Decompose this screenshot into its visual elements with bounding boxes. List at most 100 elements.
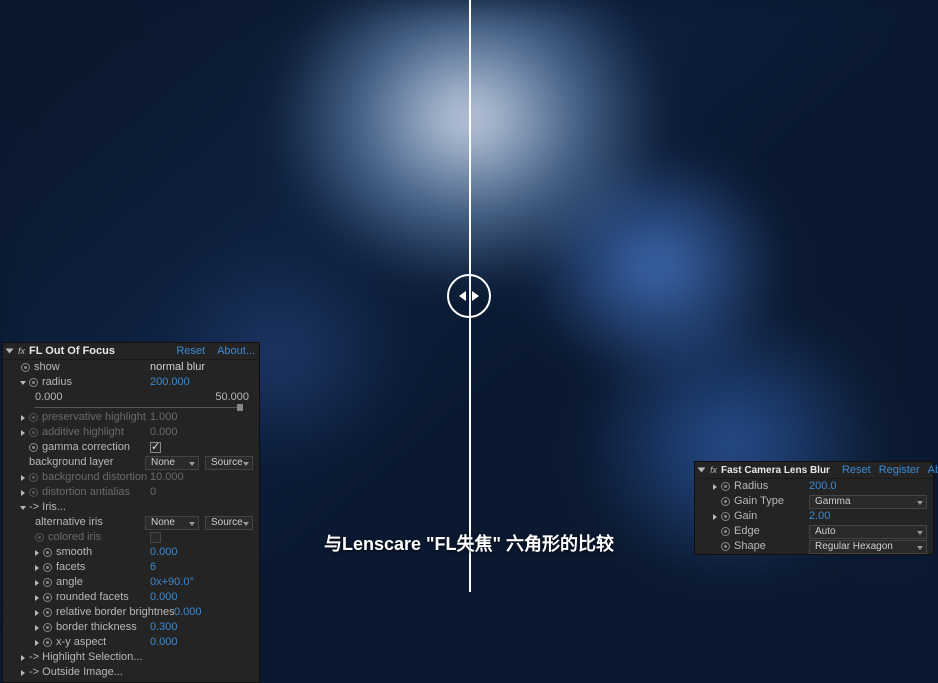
arrow-right-icon [472, 291, 479, 301]
stopwatch-icon[interactable] [721, 527, 730, 536]
twirl-icon[interactable] [21, 655, 25, 661]
disclosure-icon[interactable] [6, 349, 14, 354]
stopwatch-icon[interactable] [29, 413, 38, 422]
effect-panel-fast-camera-lens-blur: fx Fast Camera Lens Blur Reset Register … [694, 461, 934, 555]
stopwatch-icon[interactable] [29, 428, 38, 437]
prop-preserv-highlight-value[interactable]: 1.000 [150, 411, 178, 423]
bglayer-layer-dropdown[interactable]: None [145, 456, 199, 470]
stopwatch-icon[interactable] [43, 578, 52, 587]
prop-rounded-label: rounded facets [56, 590, 129, 605]
stopwatch-icon[interactable] [721, 482, 730, 491]
altiris-layer-dropdown[interactable]: None [145, 516, 199, 530]
prop-distaa-value[interactable]: 0 [150, 486, 156, 498]
twirl-icon[interactable] [21, 430, 25, 436]
stopwatch-icon[interactable] [29, 488, 38, 497]
prop-xyaspect-value[interactable]: 0.000 [150, 636, 178, 648]
stopwatch-icon[interactable] [29, 473, 38, 482]
prop-borderthick-label: border thickness [56, 620, 137, 635]
twirl-icon[interactable] [21, 475, 25, 481]
twirl-icon[interactable] [35, 565, 39, 571]
stopwatch-icon[interactable] [21, 363, 30, 372]
stopwatch-icon[interactable] [29, 378, 38, 387]
gaintype-dropdown[interactable]: Gamma [809, 495, 927, 509]
radius-slider-thumb[interactable] [237, 404, 243, 411]
prop-smooth-value[interactable]: 0.000 [150, 546, 178, 558]
prop-bglayer-label: background layer [29, 455, 113, 470]
prop-gain-value[interactable]: 2.00 [809, 510, 830, 522]
prop-angle-value[interactable]: 0x+90.0° [150, 576, 194, 588]
slider-max: 50.000 [215, 390, 249, 405]
prop-bgdist-value[interactable]: 10.000 [150, 471, 184, 483]
prop-edge-label: Edge [734, 524, 760, 539]
altiris-track-dropdown[interactable]: Source [205, 516, 253, 530]
twirl-icon[interactable] [35, 610, 39, 616]
stopwatch-icon[interactable] [721, 512, 730, 521]
panel-header-right: fx Fast Camera Lens Blur Reset Register … [695, 462, 933, 479]
caption-text: 与Lenscare "FL失焦" 六角形的比较 [324, 530, 614, 556]
prop-gain-label: Gain [734, 509, 757, 524]
twirl-icon[interactable] [713, 514, 717, 520]
disclosure-icon[interactable] [698, 468, 706, 473]
stopwatch-icon[interactable] [43, 593, 52, 602]
prop-angle-label: angle [56, 575, 83, 590]
twirl-icon[interactable] [35, 640, 39, 646]
radius-slider-track[interactable] [35, 407, 241, 408]
stopwatch-icon[interactable] [43, 608, 52, 617]
stopwatch-icon[interactable] [35, 533, 44, 542]
comparison-slider-handle[interactable] [447, 274, 491, 318]
prop-xyaspect-label: x-y aspect [56, 635, 106, 650]
prop-smooth-label: smooth [56, 545, 92, 560]
twirl-icon[interactable] [35, 580, 39, 586]
stopwatch-icon[interactable] [43, 563, 52, 572]
effect-panel-fl-out-of-focus: fx FL Out Of Focus Reset About... show n… [2, 342, 260, 683]
prop-relborder-value[interactable]: 0.000 [174, 606, 202, 618]
twirl-icon[interactable] [21, 670, 25, 676]
twirl-icon[interactable] [21, 415, 25, 421]
prop-shape-label: Shape [734, 539, 766, 554]
prop-radius-value[interactable]: 200.0 [809, 480, 837, 492]
colorediris-checkbox[interactable] [150, 532, 161, 543]
prop-relborder-label: relative border brightness [56, 605, 174, 620]
shape-dropdown[interactable]: Regular Hexagon [809, 540, 927, 554]
effect-title: FL Out Of Focus [29, 344, 115, 359]
prop-add-highlight-label: additive highlight [42, 425, 124, 440]
twirl-icon[interactable] [20, 506, 26, 510]
prop-show-value[interactable]: normal blur [150, 361, 205, 373]
stopwatch-icon[interactable] [721, 542, 730, 551]
prop-altiris-label: alternative iris [35, 515, 103, 530]
effect-title: Fast Camera Lens Blur [721, 463, 830, 478]
reset-link[interactable]: Reset [176, 344, 205, 359]
twirl-icon[interactable] [20, 381, 26, 385]
bglayer-track-dropdown[interactable]: Source [205, 456, 253, 470]
stopwatch-icon[interactable] [43, 623, 52, 632]
about-link[interactable]: About... [217, 344, 255, 359]
gamma-checkbox[interactable] [150, 442, 161, 453]
prop-radius-label: radius [42, 375, 72, 390]
twirl-icon[interactable] [35, 595, 39, 601]
fx-icon[interactable]: fx [710, 463, 717, 478]
twirl-icon[interactable] [35, 550, 39, 556]
edge-dropdown[interactable]: Auto [809, 525, 927, 539]
prop-radius-value[interactable]: 200.000 [150, 376, 190, 388]
group-outsideimg-label: -> Outside Image... [29, 665, 123, 680]
fx-icon[interactable]: fx [18, 344, 25, 359]
stopwatch-icon[interactable] [43, 638, 52, 647]
reset-link[interactable]: Reset [842, 463, 871, 478]
prop-rounded-value[interactable]: 0.000 [150, 591, 178, 603]
prop-gaintype-label: Gain Type [734, 494, 784, 509]
register-link[interactable]: Register [879, 463, 920, 478]
arrow-left-icon [459, 291, 466, 301]
about-link[interactable]: About... [928, 463, 938, 478]
prop-radius-label: Radius [734, 479, 768, 494]
twirl-icon[interactable] [21, 490, 25, 496]
twirl-icon[interactable] [35, 625, 39, 631]
prop-add-highlight-value[interactable]: 0.000 [150, 426, 178, 438]
prop-facets-value[interactable]: 6 [150, 561, 156, 573]
prop-distaa-label: distortion antialias [42, 485, 130, 500]
stopwatch-icon[interactable] [43, 548, 52, 557]
stopwatch-icon[interactable] [29, 443, 38, 452]
prop-facets-label: facets [56, 560, 85, 575]
stopwatch-icon[interactable] [721, 497, 730, 506]
twirl-icon[interactable] [713, 484, 717, 490]
prop-borderthick-value[interactable]: 0.300 [150, 621, 178, 633]
